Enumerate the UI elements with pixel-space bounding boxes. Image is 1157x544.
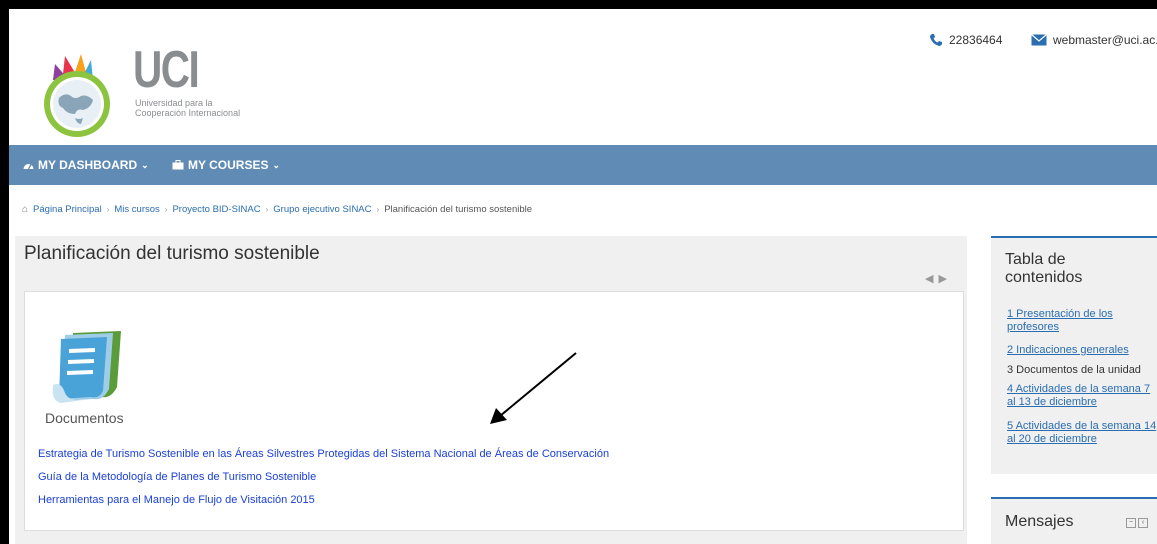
section-nav-arrows[interactable]: ◀ ▶ [925,272,948,285]
breadcrumb-separator: › [164,205,168,214]
logo-subtitle-line2: Cooperación Internacional [135,108,241,118]
frame-left [0,0,9,544]
collapse-icon[interactable]: − [1126,518,1136,528]
home-icon: ⌂ [22,204,29,215]
nav-my-courses[interactable]: MY COURSES ⌄ [172,158,280,172]
nav-dashboard-label: MY DASHBOARD [38,158,138,172]
document-link-guia[interactable]: Guía de la Metodología de Planes de Turi… [38,471,316,483]
frame-top [0,0,1157,9]
breadcrumb-separator: › [106,205,110,214]
phone-icon [930,34,942,46]
toc-item-1[interactable]: 1 Presentación de los profesores [1007,308,1157,334]
breadcrumb-separator: › [265,205,269,214]
site-header: UCI Universidad para la Cooperación Inte… [9,9,1157,145]
uci-logo[interactable]: UCI Universidad para la Cooperación Inte… [31,24,291,137]
breadcrumb-proyecto[interactable]: Proyecto BID-SINAC [172,204,260,215]
breadcrumb: ⌂ Página Principal › Mis cursos › Proyec… [22,204,532,215]
email-address: webmaster@uci.ac.c [1053,33,1157,47]
documents-label: Documentos [45,410,124,426]
breadcrumb-home[interactable]: Página Principal [33,204,102,215]
logo-subtitle: Universidad para la Cooperación Internac… [135,98,240,118]
dock-icon[interactable]: ‹ [1138,518,1148,528]
table-of-contents-block: Tabla de contenidos 1 Presentación de lo… [991,236,1157,474]
breadcrumb-separator: › [376,205,380,214]
toc-item-3-current: 3 Documentos de la unidad [1007,364,1141,376]
toc-item-4[interactable]: 4 Actividades de la semana 7 al 13 de di… [1007,383,1157,409]
messages-title: Mensajes [1005,513,1074,530]
toc-title: Tabla de contenidos [1005,251,1083,286]
block-controls: − ‹ [1126,518,1148,528]
phone-number: 22836464 [949,33,1003,47]
globe-logo-icon [44,54,110,137]
breadcrumb-grupo[interactable]: Grupo ejecutivo SINAC [273,204,371,215]
logo-text: UCI [133,41,200,99]
annotation-arrow [490,352,577,424]
document-stack-icon [52,331,121,403]
briefcase-icon [172,160,184,170]
toc-item-2[interactable]: 2 Indicaciones generales [1007,344,1157,357]
nav-courses-label: MY COURSES [188,158,269,172]
main-navbar: MY DASHBOARD ⌄ MY COURSES ⌄ [9,145,1157,185]
document-link-estrategia[interactable]: Estrategia de Turismo Sostenible en las … [38,448,609,460]
document-link-herramientas[interactable]: Herramientas para el Manejo de Flujo de … [38,494,315,506]
dashboard-icon [23,164,34,170]
contact-phone: 22836464 [929,33,1002,47]
contact-email[interactable]: webmaster@uci.ac.c [1031,33,1157,47]
breadcrumb-current: Planificación del turismo sostenible [384,204,533,215]
logo-subtitle-line1: Universidad para la [135,98,213,108]
chevron-down-icon: ⌄ [141,159,149,170]
chevron-down-icon: ⌄ [272,159,281,170]
messages-block: Mensajes − ‹ [991,497,1157,544]
page-title: Planificación del turismo sostenible [24,243,320,264]
envelope-icon [1031,34,1047,46]
breadcrumb-mis-cursos[interactable]: Mis cursos [114,204,159,215]
toc-item-5[interactable]: 5 Actividades de la semana 14 al 20 de d… [1007,420,1157,446]
nav-my-dashboard[interactable]: MY DASHBOARD ⌄ [23,158,149,172]
